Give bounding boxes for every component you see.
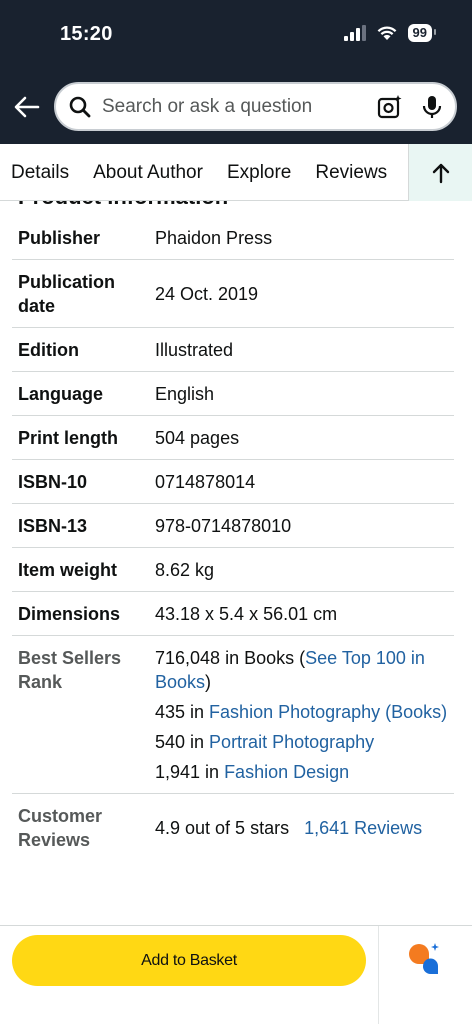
customer-reviews-value: 4.9 out of 5 stars 1,641 Reviews (155, 794, 454, 861)
section-tabs: Details About Author Explore Reviews (0, 144, 472, 201)
row-value: 24 Oct. 2019 (155, 284, 259, 304)
row-value: Phaidon Press (155, 228, 273, 248)
wifi-icon (377, 26, 396, 40)
tab-about-author[interactable]: About Author (81, 144, 215, 201)
table-row: Publication date 24 Oct. 2019 (12, 260, 454, 328)
status-time: 15:20 (60, 23, 113, 45)
arrow-up-icon (432, 163, 449, 183)
reviews-count-link[interactable]: 1,641 Reviews (304, 818, 422, 838)
signal-icon (343, 25, 366, 41)
scroll-to-top-button[interactable] (408, 144, 472, 201)
search-bar[interactable] (54, 82, 457, 131)
row-key: Customer Reviews (18, 806, 103, 850)
rank-link[interactable]: Fashion Design (224, 762, 349, 782)
rank-item: 1,941 in Fashion Design (155, 760, 454, 784)
microphone-icon[interactable] (421, 94, 443, 120)
row-value: English (155, 384, 215, 404)
top-bar: 15:20 99 (0, 0, 472, 144)
camera-search-icon[interactable] (377, 94, 403, 120)
row-key: Publication date (18, 272, 116, 316)
battery-indicator: 99 (407, 24, 437, 42)
table-row: Edition Illustrated (12, 328, 454, 372)
table-row-customer-reviews: Customer Reviews 4.9 out of 5 stars 1,64… (12, 794, 454, 861)
search-icon (69, 96, 91, 117)
footer-divider (378, 926, 379, 1024)
rufus-assistant-icon[interactable] (406, 940, 442, 976)
tab-details[interactable]: Details (0, 144, 81, 201)
rank-text: 716,048 in Books ( (155, 648, 306, 668)
row-key: Item weight (18, 560, 118, 580)
table-row-best-sellers: Best Sellers Rank 716,048 in Books (See … (12, 636, 454, 794)
table-row: Dimensions 43.18 x 5.4 x 56.01 cm (12, 592, 454, 636)
table-row: Language English (12, 372, 454, 416)
rank-item: 540 in Portrait Photography (155, 730, 454, 754)
table-row: Print length 504 pages (12, 416, 454, 460)
rank-link[interactable]: Fashion Photography (Books) (209, 702, 447, 722)
product-details: Product information Publisher Phaidon Pr… (0, 201, 472, 925)
table-row: ISBN-13 978-0714878010 (12, 504, 454, 548)
best-sellers-ranks: 716,048 in Books (See Top 100 in Books) … (155, 636, 454, 793)
rank-text: 540 in (155, 732, 210, 752)
rank-item: 435 in Fashion Photography (Books) (155, 700, 454, 724)
details-table: Publisher Phaidon Press Publication date… (0, 216, 472, 861)
table-row: Item weight 8.62 kg (12, 548, 454, 592)
rating-text: 4.9 out of 5 stars (155, 818, 290, 838)
back-arrow-icon[interactable] (12, 92, 42, 122)
row-key: Language (18, 384, 104, 404)
rank-text: ) (205, 672, 212, 692)
row-key: Print length (18, 428, 118, 448)
row-value: 8.62 kg (155, 560, 215, 580)
rank-text: 1,941 in (155, 762, 225, 782)
table-row: Publisher Phaidon Press (12, 216, 454, 260)
row-key: Dimensions (18, 604, 121, 624)
tab-explore[interactable]: Explore (215, 144, 303, 201)
row-key: Edition (18, 340, 79, 360)
status-icons: 99 (343, 24, 437, 42)
row-key: Publisher (18, 228, 101, 248)
row-value: 0714878014 (155, 472, 256, 492)
footer-bar: Add to Basket (0, 925, 472, 1024)
rank-text: 435 in (155, 702, 210, 722)
rank-item: 716,048 in Books (See Top 100 in Books) (155, 646, 454, 694)
row-key: Best Sellers Rank (18, 648, 122, 692)
row-key: ISBN-13 (18, 516, 88, 536)
row-key: ISBN-10 (18, 472, 88, 492)
table-row: ISBN-10 0714878014 (12, 460, 454, 504)
add-to-basket-button[interactable]: Add to Basket (12, 935, 366, 986)
row-value: 504 pages (155, 428, 240, 448)
row-value: Illustrated (155, 340, 234, 360)
row-value: 43.18 x 5.4 x 56.01 cm (155, 604, 338, 624)
search-input[interactable] (102, 95, 377, 118)
rank-link[interactable]: Portrait Photography (209, 732, 374, 752)
tab-reviews[interactable]: Reviews (303, 144, 399, 201)
row-value: 978-0714878010 (155, 516, 292, 536)
section-title: Product information (18, 201, 228, 210)
